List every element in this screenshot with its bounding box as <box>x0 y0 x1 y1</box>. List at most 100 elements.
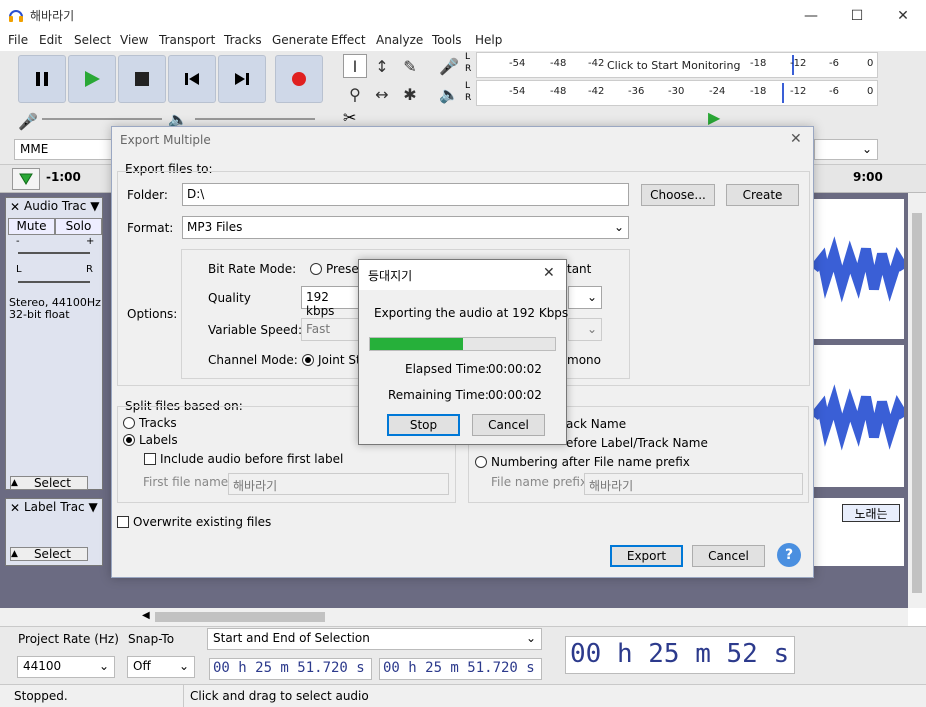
cut-button[interactable]: ✂ <box>343 108 356 127</box>
pan-slider[interactable] <box>18 281 90 283</box>
project-rate-select[interactable]: 44100 ⌄ <box>17 656 115 678</box>
menu-transport[interactable]: Transport <box>159 33 215 47</box>
vertical-scroll-thumb[interactable] <box>912 213 922 593</box>
audio-track-name-button[interactable]: Audio Trac ▼ <box>24 199 102 215</box>
format-select[interactable]: MP3 Files ⌄ <box>182 216 629 239</box>
skip-to-start-button[interactable] <box>168 55 216 103</box>
record-button[interactable] <box>275 55 323 103</box>
close-icon: ✕ <box>897 7 909 24</box>
joint-stereo-radio[interactable] <box>302 354 314 366</box>
microphone-icon: 🎤 <box>439 56 459 76</box>
remaining-time-value: 00:00:02 <box>488 388 542 402</box>
playback-volume-slider[interactable] <box>195 118 315 120</box>
record-volume-slider[interactable] <box>42 118 162 120</box>
menu-generate[interactable]: Generate <box>272 33 328 47</box>
audio-waveform-right[interactable] <box>810 345 909 487</box>
menu-select[interactable]: Select <box>74 33 111 47</box>
menu-view[interactable]: View <box>120 33 148 47</box>
playback-meter[interactable]: -54 -48 -42 -36 -30 -24 -18 -12 -6 0 <box>476 80 878 106</box>
close-track-icon[interactable]: ✕ <box>8 200 22 214</box>
audio-position-time[interactable]: 00 h 25 m 52 s <box>565 636 795 674</box>
numbering-before-label: efore Label/Track Name <box>566 436 708 450</box>
dialog-title: Export Multiple <box>120 133 211 147</box>
audio-track-name: Audio Trac <box>24 199 87 213</box>
selection-mode-select[interactable]: Start and End of Selection ⌄ <box>207 628 542 650</box>
record-meter-button[interactable]: 🎤 <box>437 54 461 78</box>
multi-tool[interactable]: ✱ <box>398 82 422 106</box>
menu-edit[interactable]: Edit <box>39 33 62 47</box>
label-track-name-button[interactable]: Label Trac ▼ <box>24 500 102 516</box>
label-track-select-button[interactable]: ▲ Select <box>10 547 88 561</box>
pause-button[interactable] <box>18 55 66 103</box>
audio-track-select-button[interactable]: ▲ Select <box>10 476 88 490</box>
horizontal-scrollbar[interactable]: ◀ <box>0 608 908 626</box>
gain-slider[interactable] <box>18 252 90 254</box>
stop-export-button[interactable]: Stop <box>387 414 460 436</box>
quality-select[interactable]: 192 kbps <box>301 286 361 318</box>
zoom-tool[interactable]: ⚲ <box>343 82 367 106</box>
playback-meter-button[interactable]: 🔈 <box>437 82 461 106</box>
variable-speed-select[interactable]: Fast <box>301 318 361 341</box>
numbering-after-radio[interactable] <box>475 456 487 468</box>
tracks-radio[interactable] <box>123 417 135 429</box>
close-track-icon[interactable]: ✕ <box>8 501 22 515</box>
label-track-area[interactable]: 노래는 <box>814 498 904 566</box>
envelope-tool[interactable]: ↕ <box>370 54 394 78</box>
first-file-name-input[interactable]: 해바라기 <box>228 473 449 495</box>
include-audio-checkbox[interactable] <box>144 453 156 465</box>
scroll-left-icon[interactable]: ◀ <box>142 610 150 621</box>
snap-to-label: Snap-To <box>128 632 175 646</box>
cancel-button[interactable]: Cancel <box>692 545 765 567</box>
draw-tool[interactable]: ✎ <box>398 54 422 78</box>
variable-speed-label: Variable Speed: <box>208 323 303 337</box>
quality-select-dropdown[interactable]: ⌄ <box>568 286 602 309</box>
skip-to-end-button[interactable] <box>218 55 266 103</box>
click-to-start-monitoring[interactable]: Click to Start Monitoring <box>607 59 740 72</box>
close-button[interactable]: ✕ <box>880 0 926 31</box>
file-name-prefix-input[interactable]: 해바라기 <box>584 473 803 495</box>
stop-button[interactable] <box>118 55 166 103</box>
audio-host-select[interactable]: MME <box>14 139 112 160</box>
speaker-icon: 🔈 <box>439 84 459 104</box>
dialog-close-button[interactable]: ✕ <box>790 131 802 147</box>
menu-effect[interactable]: Effect <box>331 33 366 47</box>
export-button[interactable]: Export <box>610 545 683 567</box>
help-button[interactable]: ? <box>777 543 801 567</box>
minimize-button[interactable]: — <box>788 0 834 31</box>
snap-to-select[interactable]: Off ⌄ <box>127 656 195 678</box>
play-at-speed-button[interactable]: ▶ <box>708 108 720 127</box>
menu-help[interactable]: Help <box>475 33 502 47</box>
create-button[interactable]: Create <box>726 184 799 206</box>
menu-tracks[interactable]: Tracks <box>224 33 262 47</box>
cancel-export-button[interactable]: Cancel <box>472 414 545 436</box>
device-dropdown[interactable]: ⌄ <box>814 139 878 160</box>
overwrite-checkbox[interactable] <box>117 516 129 528</box>
menu-analyze[interactable]: Analyze <box>376 33 423 47</box>
labels-radio[interactable] <box>123 434 135 446</box>
menu-tools[interactable]: Tools <box>432 33 462 47</box>
joint-stereo-label: Joint St <box>318 353 361 367</box>
horizontal-scroll-thumb[interactable] <box>155 612 325 622</box>
progress-close-button[interactable]: ✕ <box>543 265 555 281</box>
solo-button[interactable]: Solo <box>55 218 102 235</box>
pin-playhead-button[interactable] <box>12 168 40 190</box>
variable-speed-dropdown[interactable]: ⌄ <box>568 318 602 341</box>
record-meter[interactable]: -54 -48 -42 Click to Start Monitoring -1… <box>476 52 878 78</box>
label-track-name: Label Trac <box>24 500 85 514</box>
meter-channel-l-2: L <box>465 81 471 91</box>
audio-waveform-left[interactable] <box>810 199 909 339</box>
selection-end-time[interactable]: 00 h 25 m 51.720 s <box>379 658 542 680</box>
selection-start-time[interactable]: 00 h 25 m 51.720 s <box>209 658 372 680</box>
selection-tool[interactable]: I <box>343 54 367 78</box>
menu-file[interactable]: File <box>8 33 28 47</box>
label-box[interactable]: 노래는 <box>842 504 900 522</box>
mute-button[interactable]: Mute <box>8 218 55 235</box>
time-shift-tool[interactable]: ↔ <box>370 82 394 106</box>
play-button[interactable] <box>68 55 116 103</box>
choose-button[interactable]: Choose... <box>641 184 715 206</box>
preset-radio[interactable] <box>310 263 322 275</box>
folder-input[interactable]: D:\ <box>182 183 629 206</box>
bit-rate-mode-label: Bit Rate Mode: <box>208 262 297 276</box>
vertical-scrollbar[interactable] <box>908 193 926 608</box>
maximize-button[interactable]: ☐ <box>834 0 880 31</box>
